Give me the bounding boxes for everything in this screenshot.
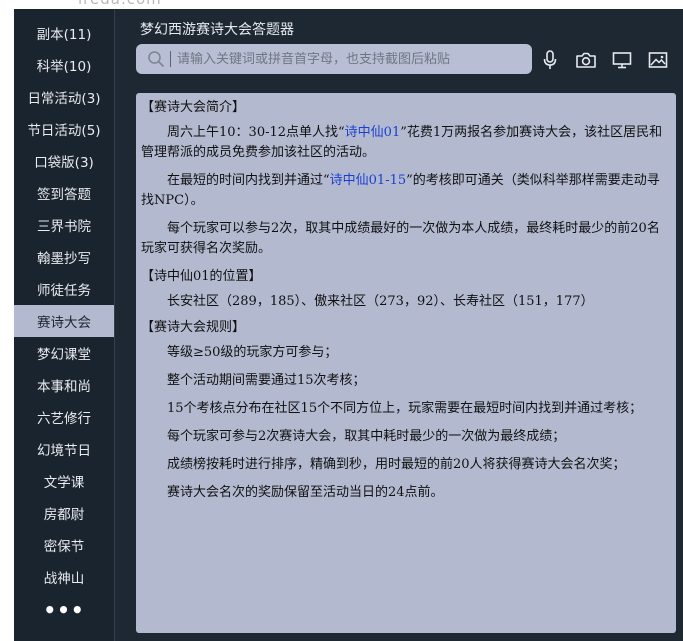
rule-item: 等级≥50级的玩家方可参与；: [167, 345, 338, 360]
location-heading: 【诗中仙01的位置】: [141, 269, 262, 284]
sidebar-item-literature-class[interactable]: 文学课: [14, 465, 114, 497]
sidebar-item-monk[interactable]: 本事和尚: [14, 369, 114, 401]
top-strip: ireda.com: [0, 0, 683, 9]
watermark: ireda.com: [78, 0, 162, 8]
microphone-icon[interactable]: [538, 49, 562, 71]
npc-link-shizhongxian-range[interactable]: 诗中仙01-15: [330, 173, 406, 188]
sidebar-item-academy[interactable]: 三界书院: [14, 209, 114, 241]
intro-paragraph-1: 周六上午10：30-12点单人找“诗中仙01”花费1万两报名参加赛诗大会，该社区…: [141, 123, 668, 163]
sidebar-item-poetry-contest[interactable]: 赛诗大会: [14, 305, 114, 337]
more-button[interactable]: •••: [14, 595, 114, 625]
sidebar-item-six-arts[interactable]: 六艺修行: [14, 401, 114, 433]
rule-item: 成绩榜按耗时进行排序，精确到秒，用时最短的前20人将获得赛诗大会名次奖；: [167, 457, 626, 472]
answer-content-panel: 【赛诗大会简介】 周六上午10：30-12点单人找“诗中仙01”花费1万两报名参…: [136, 93, 676, 633]
sidebar-item-fang-duwei[interactable]: 房都尉: [14, 497, 114, 529]
location-paragraph: 长安社区（289，185）、傲来社区（273，92）、长寿社区（151，177）: [167, 294, 594, 309]
monitor-icon[interactable]: [610, 49, 634, 71]
camera-icon[interactable]: [574, 49, 598, 71]
sidebar-item-holiday-activity[interactable]: 节日活动(5): [14, 113, 114, 145]
sidebar: 副本(11) 科举(10) 日常活动(3) 节日活动(5) 口袋版(3) 签到答…: [14, 9, 115, 641]
intro-p1-text-a: 周六上午10：30-12点单人找“: [167, 125, 345, 140]
page-title: 梦幻西游赛诗大会答题器: [140, 22, 294, 38]
image-icon[interactable]: [646, 49, 670, 71]
search-box[interactable]: [136, 44, 532, 74]
rules-heading: 【赛诗大会规则】: [141, 320, 246, 335]
rule-item: 15个考核点分布在社区15个不同方位上，玩家需要在最短时间内找到并通过考核；: [167, 401, 643, 416]
text-caret: [170, 51, 171, 67]
more-dots-icon: •••: [43, 598, 85, 622]
search-input[interactable]: [177, 51, 517, 67]
sidebar-item-dungeon[interactable]: 副本(11): [14, 17, 114, 49]
sidebar-item-daily-activity[interactable]: 日常活动(3): [14, 81, 114, 113]
sidebar-item-pocket-edition[interactable]: 口袋版(3): [14, 145, 114, 177]
intro-heading: 【赛诗大会简介】: [141, 100, 246, 115]
sidebar-item-mentor-task[interactable]: 师徒任务: [14, 273, 114, 305]
search-icon: [142, 44, 170, 74]
intro-paragraph-2: 在最短的时间内找到并通过“诗中仙01-15”的考核即可通关（类似科举那样需要走动…: [141, 171, 668, 211]
intro-p2-text-a: 在最短的时间内找到并通过“: [167, 173, 330, 188]
sidebar-item-signin-quiz[interactable]: 签到答题: [14, 177, 114, 209]
sidebar-item-fantasy-festival[interactable]: 幻境节日: [14, 433, 114, 465]
sidebar-item-security-festival[interactable]: 密保节: [14, 529, 114, 561]
intro-paragraph-3: 每个玩家可以参与2次，取其中成绩最好的一次做为本人成绩，最终耗时最少的前20名玩…: [141, 221, 660, 256]
npc-link-shizhongxian[interactable]: 诗中仙01: [345, 125, 401, 140]
sidebar-item-imperial-exam[interactable]: 科举(10): [14, 49, 114, 81]
main-panel: 梦幻西游赛诗大会答题器 【赛诗大会简介】 周六上午10：30-12点单人找“诗中…: [115, 9, 683, 641]
sidebar-item-calligraphy[interactable]: 翰墨抄写: [14, 241, 114, 273]
app-window: 副本(11) 科举(10) 日常活动(3) 节日活动(5) 口袋版(3) 签到答…: [14, 9, 683, 641]
rule-item: 每个玩家可参与2次赛诗大会，取其中耗时最少的一次做为最终成绩；: [167, 429, 566, 444]
sidebar-item-class[interactable]: 梦幻课堂: [14, 337, 114, 369]
rule-item: 赛诗大会名次的奖励保留至活动当日的24点前。: [167, 485, 444, 500]
rule-item: 整个活动期间需要通过15次考核；: [167, 373, 366, 388]
sidebar-item-war-god-mountain[interactable]: 战神山: [14, 561, 114, 593]
